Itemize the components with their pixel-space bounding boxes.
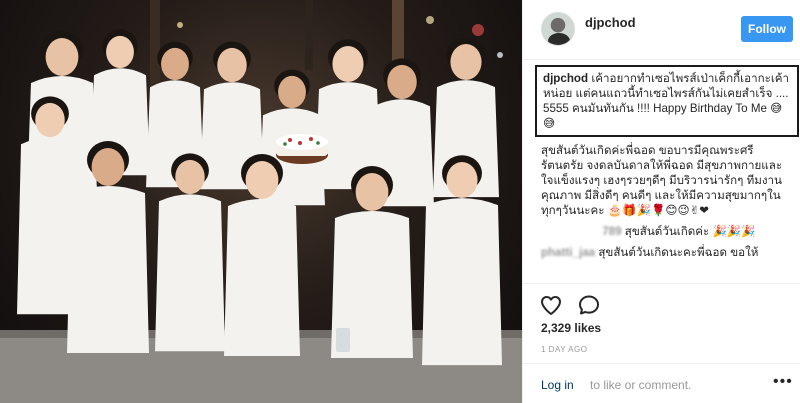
post-footer: Log in to like or comment. ••• — [523, 363, 800, 403]
post-side-panel: djpchod Follow djpchod เค้าอยากทำเซอไพรส… — [522, 0, 800, 403]
post-actions — [523, 283, 800, 323]
more-options-icon[interactable]: ••• — [773, 374, 793, 392]
comment-username[interactable]: 789 — [541, 225, 621, 238]
heart-icon[interactable] — [539, 293, 563, 317]
post-header: djpchod Follow — [523, 0, 800, 60]
comment-text: สุขสันต์วันเกิดค่ะ 🎉🎉🎉 — [624, 225, 756, 238]
comment-text: สุขสันต์วันเกิดค่ะพี่ฉอด ขอบารมีคุณพระศร… — [541, 144, 783, 217]
avatar[interactable] — [541, 12, 575, 46]
phone — [336, 328, 350, 352]
login-prompt: to like or comment. — [590, 378, 692, 392]
group-photo-illustration — [0, 0, 522, 403]
login-link[interactable]: Log in — [541, 378, 574, 392]
comment-username[interactable]: phatti_jaa — [541, 246, 595, 259]
post-time[interactable]: 1 DAY AGO — [541, 345, 587, 354]
caption: djpchod เค้าอยากทำเซอไพรส์เป่าเค็กกี้เอา… — [535, 65, 799, 137]
cake — [276, 134, 328, 164]
comment-text: สุขสันต์วันเกิดนะคะพี่ฉอด ขอให้ — [598, 246, 759, 259]
speech-bubble-icon[interactable] — [577, 293, 601, 317]
caption-username[interactable]: djpchod — [543, 72, 588, 85]
follow-button[interactable]: Follow — [741, 16, 793, 42]
header-username[interactable]: djpchod — [585, 15, 636, 30]
post-photo[interactable] — [0, 0, 522, 403]
comment-item: 789 สุขสันต์วันเกิดค่ะ 🎉🎉🎉 — [541, 224, 793, 239]
comment-item: สุขสันต์วันเกิดค่ะพี่ฉอด ขอบารมีคุณพระศร… — [541, 143, 793, 218]
likes-count[interactable]: 2,329 likes — [541, 321, 601, 335]
comments-list[interactable]: djpchod เค้าอยากทำเซอไพรส์เป่าเค็กกี้เอา… — [523, 61, 800, 283]
comment-item: phatti_jaa สุขสันต์วันเกิดนะคะพี่ฉอด ขอใ… — [541, 245, 793, 260]
